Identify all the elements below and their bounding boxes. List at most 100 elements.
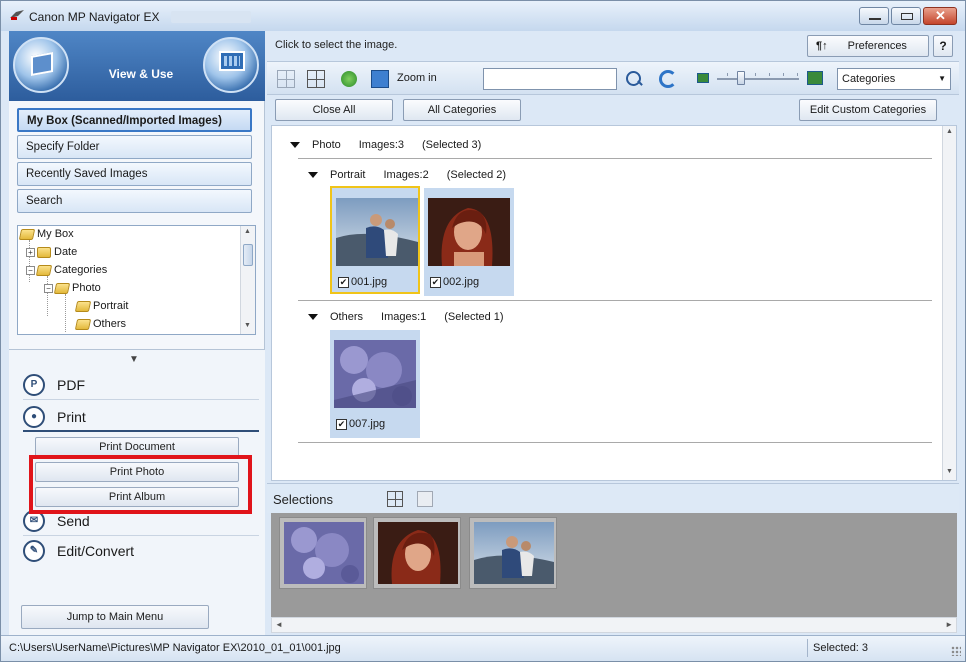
tree-item-photo[interactable]: − Photo (44, 282, 101, 300)
pdf-icon: P (23, 374, 45, 396)
group-header-portrait[interactable]: Portrait Images:2 (Selected 2) (308, 169, 506, 181)
small-image-icon[interactable] (697, 73, 709, 83)
toolbar: Zoom in Categories ▼ (267, 61, 959, 95)
print-document-button[interactable]: Print Document (35, 437, 239, 457)
checkbox[interactable]: ✔ (338, 276, 349, 288)
nav-my-box[interactable]: My Box (Scanned/Imported Images) (17, 108, 252, 132)
zoom-in-icon[interactable] (371, 70, 389, 88)
nav-search[interactable]: Search (17, 189, 252, 213)
tree-item-others[interactable]: Others (74, 318, 126, 334)
all-categories-button[interactable]: All Categories (403, 99, 521, 121)
jump-to-main-menu-button[interactable]: Jump to Main Menu (21, 605, 209, 629)
edit-custom-categories-button[interactable]: Edit Custom Categories (799, 99, 937, 121)
menu-pdf[interactable]: P PDF (23, 372, 259, 400)
folder-icon (37, 246, 51, 258)
folder-open-icon (74, 300, 92, 312)
search-icon[interactable] (625, 70, 643, 88)
divider (807, 639, 808, 657)
navigator-logo-icon[interactable] (13, 37, 69, 93)
divider (298, 300, 932, 301)
folder-open-icon (18, 228, 36, 240)
scroll-thumb[interactable] (243, 244, 253, 266)
grid-view-icon[interactable] (387, 491, 403, 507)
collapse-triangle-icon[interactable] (308, 172, 318, 179)
scroll-up-icon[interactable]: ▲ (946, 128, 953, 135)
collapse-triangle-icon[interactable] (290, 142, 300, 149)
title-tab (171, 11, 251, 23)
window-title: Canon MP Navigator EX (29, 10, 160, 24)
thumbnail-002[interactable]: ✔ 002.jpg (424, 188, 514, 296)
scroll-down-icon[interactable]: ▼ (946, 468, 953, 475)
nav-specify-folder[interactable]: Specify Folder (17, 135, 252, 159)
large-image-icon[interactable] (807, 71, 823, 85)
maximize-button[interactable] (891, 7, 921, 25)
thumbnail-caption: ✔ 002.jpg (430, 276, 480, 288)
thumbnail-caption: ✔ 007.jpg (336, 418, 386, 430)
menu-edit-convert[interactable]: ✎ Edit/Convert (23, 538, 259, 566)
highlight-box (29, 455, 252, 514)
application-window: Canon MP Navigator EX ✕ View & Use My Bo… (0, 0, 966, 662)
minimize-button[interactable] (859, 7, 889, 25)
auto-fix-icon[interactable] (341, 71, 357, 87)
selected-thumb-001[interactable] (469, 517, 557, 589)
selections-bar: Selections (267, 483, 959, 513)
search-input[interactable] (483, 68, 617, 90)
folder-open-icon (35, 264, 53, 276)
thumbnail-size-slider[interactable] (717, 71, 799, 85)
app-icon (10, 10, 24, 20)
resize-grip-icon[interactable] (951, 646, 961, 656)
close-button[interactable]: ✕ (923, 7, 957, 25)
expand-icon[interactable]: + (26, 247, 35, 257)
browser-scrollbar[interactable]: ▲ ▼ (942, 126, 956, 480)
folder-open-icon (53, 282, 71, 294)
collapse-triangle-icon[interactable] (308, 314, 318, 321)
instruction-text: Click to select the image. (275, 39, 398, 51)
tray-scrollbar[interactable]: ◄ ► (271, 617, 957, 633)
collapse-icon[interactable]: − (26, 265, 35, 275)
tree-scrollbar[interactable]: ▲ ▼ (240, 226, 255, 334)
checkbox[interactable]: ✔ (430, 276, 441, 288)
scroll-left-icon[interactable]: ◄ (275, 620, 283, 629)
close-all-button[interactable]: Close All (275, 99, 393, 121)
single-view-icon[interactable] (417, 491, 433, 507)
help-button[interactable]: ? (933, 35, 953, 57)
status-bar: C:\Users\UserName\Pictures\MP Navigator … (1, 635, 965, 661)
monitor-icon[interactable] (203, 37, 259, 93)
slider-knob[interactable] (737, 71, 745, 85)
collapse-icon[interactable]: − (44, 283, 53, 293)
image-browser: Photo Images:3 (Selected 3) Portrait Images… (271, 125, 957, 481)
close-icon: ✕ (935, 8, 946, 23)
menu-print[interactable]: ● Print (23, 404, 259, 432)
scroll-right-icon[interactable]: ► (945, 620, 953, 629)
tree-item-portrait[interactable]: Portrait (74, 300, 128, 318)
group-header-others[interactable]: Others Images:1 (Selected 1) (308, 311, 504, 323)
photo-flowers-image (334, 340, 416, 408)
scroll-up-icon[interactable]: ▲ (244, 228, 251, 235)
scroll-down-icon[interactable]: ▼ (244, 322, 251, 329)
category-select[interactable]: Categories ▼ (837, 68, 951, 90)
tree-item-date[interactable]: + Date (26, 246, 77, 264)
title-bar: Canon MP Navigator EX ✕ (1, 1, 965, 31)
tree-item-my-box[interactable]: My Box (18, 228, 74, 246)
thumbnail-caption: ✔ 001.jpg (338, 276, 388, 288)
maximize-icon (901, 13, 913, 20)
expand-chevron-icon[interactable]: ▼ (129, 354, 139, 365)
grid-view-disabled-icon (277, 70, 295, 88)
zoom-in-label[interactable]: Zoom in (397, 72, 437, 84)
refresh-icon[interactable] (659, 70, 677, 88)
selected-thumb-007[interactable] (279, 517, 367, 589)
chevron-down-icon: ▼ (938, 74, 946, 83)
preferences-icon: ¶↑ (816, 40, 828, 52)
right-pane: Click to select the image. ¶↑ Preferences… (267, 31, 959, 635)
checkbox[interactable]: ✔ (336, 418, 347, 430)
group-header-photo[interactable]: Photo Images:3 (Selected 3) (290, 139, 481, 151)
thumbnail-007[interactable]: ✔ 007.jpg (330, 330, 420, 438)
tree-item-categories[interactable]: − Categories (26, 264, 107, 282)
grid-view-icon[interactable] (307, 70, 325, 88)
selected-thumb-002[interactable] (373, 517, 461, 589)
thumbnail-001[interactable]: ✔ 001.jpg (330, 186, 420, 294)
print-icon: ● (23, 406, 45, 428)
preferences-button[interactable]: ¶↑ Preferences (807, 35, 929, 57)
folder-tree: My Box + Date − Categories − Photo Portrait… (17, 225, 256, 335)
nav-recently-saved[interactable]: Recently Saved Images (17, 162, 252, 186)
